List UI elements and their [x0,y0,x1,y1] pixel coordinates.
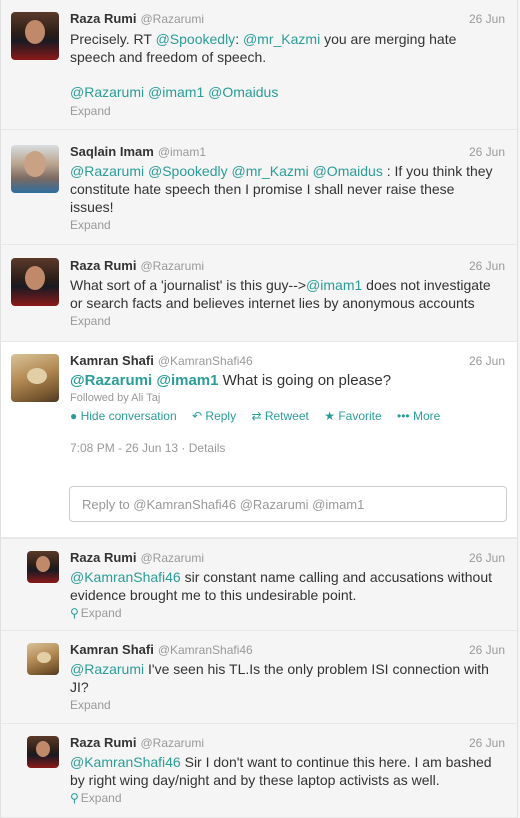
more-button[interactable]: ••• More [397,409,440,423]
avatar[interactable] [11,354,59,402]
tweet-text: Precisely. RT @Spookedly: @mr_Kazmi you … [70,31,457,65]
mention-links[interactable]: @Razarumi @Spookedly @mr_Kazmi @Omaidus [70,163,383,179]
avatar[interactable] [27,551,59,583]
mention-link[interactable]: @Razarumi [70,372,152,389]
expand-link[interactable]: Expand [70,218,111,232]
tweet-date[interactable]: 26 Jun [469,551,505,565]
star-icon: ★ [324,409,335,423]
location-pin-icon: ⚲ [70,791,79,805]
user-handle[interactable]: @KamranShafi46 [158,643,253,657]
reply-tweet[interactable]: Raza Rumi @Razarumi 26 Jun @KamranShafi46… [0,724,518,818]
user-name[interactable]: Kamran Shafi [70,353,154,368]
user-name[interactable]: Raza Rumi [70,11,136,26]
expand-link[interactable]: ⚲ Expand [70,791,122,805]
tweet-date[interactable]: 26 Jun [469,736,505,750]
favorite-button[interactable]: ★ Favorite [324,409,381,423]
tweet-date[interactable]: 26 Jun [469,145,505,159]
mention-link[interactable]: @Razarumi [70,661,144,677]
tweet-timestamp: 7:08 PM - 26 Jun 13 · Details [70,441,226,455]
user-handle[interactable]: @KamranShafi46 [158,354,253,368]
avatar[interactable] [11,12,59,60]
more-icon: ••• [397,409,410,423]
expand-link[interactable]: Expand [70,314,111,328]
tweet-date[interactable]: 26 Jun [469,354,505,368]
user-handle[interactable]: @imam1 [158,145,206,159]
user-name[interactable]: Saqlain Imam [70,144,154,159]
tweet-date[interactable]: 26 Jun [469,12,505,26]
tweet-date[interactable]: 26 Jun [469,259,505,273]
reply-icon: ↶ [192,409,203,423]
followed-by: Followed by Ali Taj [70,392,161,404]
reply-tweet[interactable]: Raza Rumi @Razarumi 26 Jun @KamranShafi46… [0,538,518,631]
speech-bubble-icon: ● [70,409,78,423]
user-handle[interactable]: @Razarumi [140,551,204,565]
tweet[interactable]: Raza Rumi @Razarumi 26 Jun What sort of a… [0,245,518,342]
user-handle[interactable]: @Razarumi [140,259,204,273]
avatar[interactable] [11,145,59,193]
mention-link[interactable]: @KamranShafi46 [70,569,181,585]
tweet-date[interactable]: 26 Jun [469,643,505,657]
mention-link[interactable]: @imam1 [306,277,362,293]
user-name[interactable]: Raza Rumi [70,258,136,273]
user-handle[interactable]: @Razarumi [140,736,204,750]
expand-link[interactable]: Expand [70,698,111,712]
retweet-button[interactable]: ⇄ Retweet [251,409,308,423]
reply-button[interactable]: ↶ Reply [192,409,236,423]
mention-link[interactable]: @imam1 [156,372,218,389]
tweet-text: @KamranShafi46 Sir I don't want to conti… [70,754,492,788]
avatar[interactable] [27,736,59,768]
retweet-icon: ⇄ [251,409,262,423]
reply-tweet[interactable]: Kamran Shafi @KamranShafi46 26 Jun @Razar… [0,631,518,724]
mention-link[interactable]: @mr_Kazmi [243,31,320,47]
user-handle[interactable]: @Razarumi [140,12,204,26]
tweet-text: @Razarumi I've seen his TL.Is the only p… [70,661,489,695]
tweet-text: @KamranShafi46 sir constant name calling… [70,569,492,603]
tweet[interactable]: Raza Rumi @Razarumi 26 Jun Precisely. RT … [0,0,518,130]
expand-link[interactable]: ⚲ Expand [70,606,122,620]
mention-link[interactable]: @KamranShafi46 [70,754,181,770]
details-link[interactable]: Details [189,441,226,455]
tweet-text: @Razarumi @imam1 What is going on please… [70,372,392,389]
reply-input[interactable]: Reply to @KamranShafi46 @Razarumi @imam1 [69,486,507,522]
hide-conversation-button[interactable]: ● Hide conversation [70,409,177,423]
mention-links[interactable]: @Razarumi @imam1 @Omaidus [70,83,278,101]
avatar[interactable] [11,258,59,306]
tweet-actions: ● Hide conversation ↶ Reply ⇄ Retweet ★ … [70,409,452,423]
location-pin-icon: ⚲ [70,606,79,620]
tweet-text: What sort of a 'journalist' is this guy-… [70,277,491,311]
avatar[interactable] [27,643,59,675]
tweet-text: @Razarumi @Spookedly @mr_Kazmi @Omaidus … [70,163,493,215]
tweet[interactable]: Saqlain Imam @imam1 26 Jun @Razarumi @Spo… [0,130,518,245]
user-name[interactable]: Kamran Shafi [70,642,154,657]
user-name[interactable]: Raza Rumi [70,735,136,750]
user-name[interactable]: Raza Rumi [70,550,136,565]
expand-link[interactable]: Expand [70,104,111,118]
mention-link[interactable]: @Spookedly [156,31,236,47]
